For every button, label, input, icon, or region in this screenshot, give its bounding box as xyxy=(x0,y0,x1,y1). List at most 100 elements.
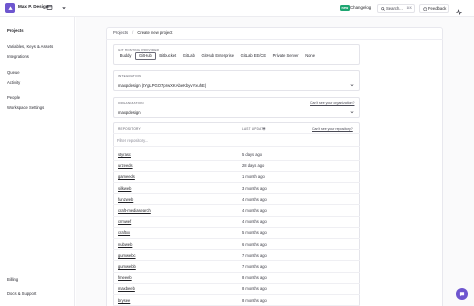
changelog-link[interactable]: Changelog xyxy=(350,5,371,10)
sidebar-item-variables[interactable]: Variables, Keys & Assets xyxy=(7,44,53,49)
search-icon xyxy=(381,6,385,11)
table-row-divider xyxy=(113,260,360,262)
top-bar: Max P. Design new Changelog Search... ⌘K… xyxy=(0,0,474,17)
breadcrumb-separator: / xyxy=(132,30,134,35)
table-row-divider xyxy=(113,159,360,161)
column-header-repository: Repository xyxy=(118,127,141,131)
sidebar-item-billing[interactable]: Billing xyxy=(7,277,18,282)
provider-option-private-server[interactable]: Private Server xyxy=(270,52,302,60)
repository-last-update: 8 months ago xyxy=(242,275,267,281)
repository-last-update: 1 month ago xyxy=(242,174,265,180)
table-row-divider xyxy=(113,249,360,251)
table-row-divider xyxy=(113,170,360,172)
provider-option-github[interactable]: GitHub xyxy=(135,52,156,60)
chevron-down-icon[interactable] xyxy=(61,5,67,11)
repository-table xyxy=(113,122,360,306)
table-row-divider xyxy=(113,237,360,239)
repository-name[interactable]: gumwebc xyxy=(118,253,136,258)
sidebar-item-activity[interactable]: Activity xyxy=(7,80,20,85)
repository-name[interactable]: gumwebb xyxy=(118,264,136,269)
table-row-divider xyxy=(113,271,360,273)
repository-name[interactable]: funzweb xyxy=(118,197,133,202)
search-shortcut: ⌘K xyxy=(406,5,412,10)
repository-name[interactable]: craftxx xyxy=(118,230,130,235)
chat-icon xyxy=(459,292,465,297)
sidebar-item-queue[interactable]: Queue xyxy=(7,70,20,75)
sidebar-item-people[interactable]: People xyxy=(7,95,20,100)
repository-last-update: 6 months ago xyxy=(242,241,267,247)
repository-last-update: 7 months ago xyxy=(242,264,267,269)
provider-option-gitlab-ee-ce[interactable]: GitLab EE/CE xyxy=(238,52,269,60)
divider xyxy=(113,146,360,147)
workspace-logo-icon[interactable] xyxy=(5,3,15,13)
repository-last-update: 8 months ago xyxy=(242,286,267,292)
provider-option-buddy[interactable]: Buddy xyxy=(117,52,134,60)
repository-name[interactable]: brysee xyxy=(118,298,130,303)
table-row-divider xyxy=(113,193,360,195)
repository-name[interactable]: maxbeeb xyxy=(118,286,135,291)
organization-card[interactable]: Organization Can't see your organization… xyxy=(113,97,360,118)
workspace-name[interactable]: Max P. Design xyxy=(18,4,49,9)
repository-name[interactable]: silkweb xyxy=(118,186,131,191)
feedback-label: Feedback xyxy=(428,6,447,12)
repository-name[interactable]: nubweb xyxy=(118,242,132,247)
feedback-button[interactable]: Feedback xyxy=(419,3,449,13)
feedback-icon xyxy=(422,6,427,11)
cant-see-repository-link[interactable]: Can't see your repository? xyxy=(312,127,353,131)
repository-name[interactable]: craft-mediasearch xyxy=(118,208,151,213)
repository-last-update: 5 days ago xyxy=(242,152,263,157)
new-badge: new xyxy=(340,5,350,11)
repository-last-update: 5 months ago xyxy=(242,230,267,236)
sidebar-item-projects[interactable]: Projects xyxy=(7,28,24,33)
repository-name[interactable]: styrasc xyxy=(118,152,131,157)
chevron-down-icon[interactable] xyxy=(350,110,354,114)
filter-repository-input[interactable]: Filter repository... xyxy=(117,138,148,143)
table-row-divider xyxy=(113,215,360,217)
organization-select[interactable]: maxpdesign xyxy=(118,110,141,115)
integration-select[interactable]: maxpdesign (tYgLPGO7prwXKAbeKbyvYxuhE) xyxy=(118,83,206,88)
breadcrumb-projects[interactable]: Projects xyxy=(113,30,128,35)
integration-card[interactable]: Integration maxpdesign (tYgLPGO7prwXKAbe… xyxy=(113,70,360,91)
git-provider-options: Buddy GitHub Bitbucket GitLab GitHub Enterpr… xyxy=(117,52,318,60)
provider-option-github-enterprise[interactable]: GitHub Enterprise xyxy=(199,52,237,60)
table-row-divider xyxy=(113,204,360,206)
repository-last-update: 4 months ago xyxy=(242,208,267,213)
chat-button[interactable] xyxy=(456,288,468,300)
repository-last-update: 8 months ago xyxy=(242,297,267,303)
repository-last-update: 3 months ago xyxy=(242,185,267,191)
divider xyxy=(113,133,360,134)
activity-button[interactable] xyxy=(454,4,463,16)
sidebar-item-integrations[interactable]: Integrations xyxy=(7,54,29,59)
table-row-divider xyxy=(113,226,360,228)
sidebar-item-workspace-settings[interactable]: Workspace Settings xyxy=(7,105,44,110)
table-row-divider xyxy=(113,181,360,183)
workspace-switch-icon[interactable] xyxy=(46,4,53,11)
repository-name[interactable]: gameeds xyxy=(118,174,135,179)
provider-option-bitbucket[interactable]: Bitbucket xyxy=(157,52,179,60)
activity-icon xyxy=(455,9,462,16)
breadcrumb: Projects / Create new project xyxy=(113,30,172,35)
integration-label: Integration xyxy=(118,74,142,78)
provider-option-gitlab[interactable]: GitLab xyxy=(180,52,198,60)
repository-last-update: 4 months ago xyxy=(242,196,267,202)
sidebar-item-docs[interactable]: Docs & Support xyxy=(7,291,36,296)
repository-last-update: 7 months ago xyxy=(242,252,267,258)
table-row-divider xyxy=(113,282,360,284)
repository-name[interactable]: urzeeds xyxy=(118,163,133,168)
repository-name[interactable]: fmeeeb xyxy=(118,275,132,280)
chevron-down-icon[interactable] xyxy=(350,83,354,87)
sidebar: Projects Variables, Keys & Assets Integr… xyxy=(0,17,75,306)
sort-arrow-icon[interactable] xyxy=(262,126,266,131)
search-button[interactable]: Search... ⌘K xyxy=(377,3,415,13)
organization-label: Organization xyxy=(118,101,144,105)
cant-see-organization-link[interactable]: Can't see your organization? xyxy=(310,101,354,105)
provider-option-none[interactable]: None xyxy=(302,52,317,60)
table-row-divider xyxy=(113,293,360,295)
repository-name[interactable]: crmwef xyxy=(118,219,131,224)
git-provider-card: Git hosting provider Buddy GitHub Bitbucke… xyxy=(113,44,360,65)
breadcrumb-current: Create new project xyxy=(137,30,173,35)
repository-last-update: 4 months ago xyxy=(242,219,267,225)
search-label: Search... xyxy=(386,5,403,11)
repository-last-update: 28 days ago xyxy=(242,163,265,169)
divider xyxy=(106,39,443,40)
